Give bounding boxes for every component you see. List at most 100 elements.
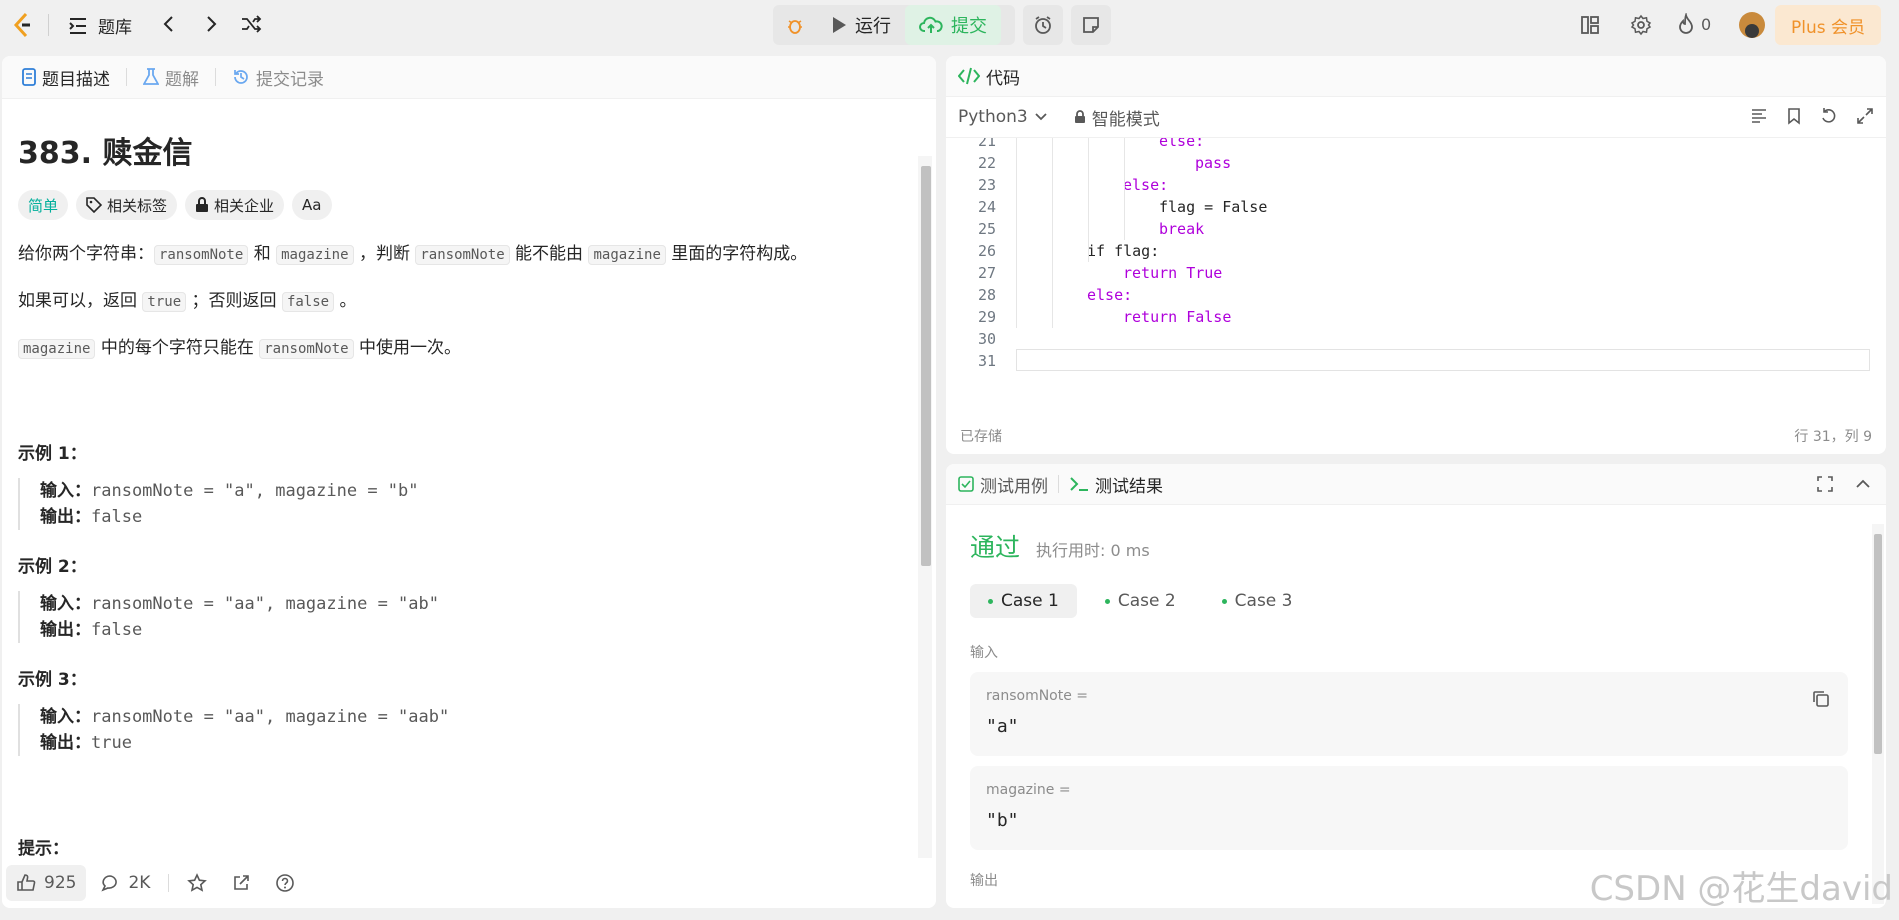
question-icon xyxy=(276,874,295,892)
example-title: 示例 3： xyxy=(18,670,87,690)
next-problem-button[interactable] xyxy=(202,14,220,34)
text: 给你两个字符串： xyxy=(18,244,154,264)
case-tab-1[interactable]: Case 1 xyxy=(970,584,1077,618)
share-button[interactable] xyxy=(221,865,261,901)
avatar[interactable] xyxy=(1739,12,1765,38)
description-paragraph: magazine 中的每个字符只能在 ransomNote 中使用一次。 xyxy=(18,334,908,363)
case-tab-2[interactable]: Case 2 xyxy=(1087,584,1194,618)
code-tab-label[interactable]: 代码 xyxy=(986,64,1020,89)
tab-solutions[interactable]: 题解 xyxy=(137,65,205,90)
line-number: 24 xyxy=(977,198,996,216)
example-input: ransomNote = "aa", magazine = "aab" xyxy=(91,707,450,727)
related-companies-button[interactable]: 相关企业 xyxy=(185,190,285,220)
tab-submissions-label: 提交记录 xyxy=(256,69,324,90)
code-line: 26 if flag: xyxy=(946,240,1886,262)
related-tags-button[interactable]: 相关标签 xyxy=(76,190,178,220)
input-box: magazine = "b" xyxy=(970,766,1848,850)
code-line: 28 else: xyxy=(946,284,1886,306)
scroll-thumb[interactable] xyxy=(1874,534,1882,754)
bookmark-icon[interactable] xyxy=(1786,107,1802,125)
reset-icon[interactable] xyxy=(1820,107,1838,125)
translate-label: Aa xyxy=(302,196,322,214)
lock-icon xyxy=(196,197,209,212)
inline-code: ransomNote xyxy=(415,245,510,265)
lock-icon xyxy=(1074,110,1085,123)
expand-icon[interactable] xyxy=(1856,107,1874,125)
debug-button[interactable] xyxy=(773,5,817,45)
help-button[interactable] xyxy=(265,865,305,901)
smart-mode-toggle[interactable]: 智能模式 xyxy=(1074,105,1160,130)
plus-member-button[interactable]: Plus 会员 xyxy=(1774,5,1881,45)
input-value[interactable]: "b" xyxy=(986,810,1019,831)
problem-tabs: 题目描述 题解 提交记录 xyxy=(2,56,936,99)
tab-testcase[interactable]: 测试用例 xyxy=(958,472,1048,497)
input-name: ransomNote = xyxy=(986,688,1089,704)
code-editor[interactable]: 21 else: 22 pass 23 else: 24 flag = False 25… xyxy=(946,138,1886,388)
example-output: true xyxy=(91,733,132,753)
chevron-up-icon[interactable] xyxy=(1854,475,1872,493)
prev-problem-button[interactable] xyxy=(160,14,178,34)
random-problem-button[interactable] xyxy=(240,14,262,34)
description-paragraph: 如果可以，返回 true ；否则返回 false 。 xyxy=(18,287,908,316)
smart-mode-label: 智能模式 xyxy=(1091,109,1160,130)
tag-icon xyxy=(86,197,103,213)
format-icon[interactable] xyxy=(1750,107,1768,125)
tab-test-result[interactable]: 测试结果 xyxy=(1069,472,1163,497)
text: 。 xyxy=(334,291,357,311)
result-scrollbar[interactable] xyxy=(1872,524,1884,904)
layout-button[interactable] xyxy=(1580,15,1600,35)
code-text: else: xyxy=(1123,176,1169,194)
problem-bank-button[interactable]: 题库 xyxy=(68,13,132,38)
streak-counter[interactable]: 0 xyxy=(1677,13,1711,35)
external-link-icon xyxy=(234,875,250,890)
problem-title[interactable]: 383. 赎金信 xyxy=(18,128,908,172)
submit-label: 提交 xyxy=(951,16,987,37)
code-text: flag = False xyxy=(1159,198,1268,216)
note-button[interactable] xyxy=(1071,5,1111,45)
copy-icon[interactable] xyxy=(1812,690,1830,708)
divider xyxy=(1058,475,1059,493)
tab-submissions[interactable]: 提交记录 xyxy=(226,65,330,90)
chevron-down-icon xyxy=(1035,113,1047,121)
tab-description[interactable]: 题目描述 xyxy=(16,65,116,90)
divider xyxy=(48,14,49,36)
inline-code: magazine xyxy=(18,339,96,359)
example-input: ransomNote = "a", magazine = "b" xyxy=(91,481,419,501)
translate-button[interactable]: Aa xyxy=(292,190,332,220)
indent-guide xyxy=(1052,138,1053,328)
case-tab-3[interactable]: Case 3 xyxy=(1204,584,1311,618)
language-select[interactable]: Python3 xyxy=(958,107,1048,127)
output-label: 输出： xyxy=(40,507,91,527)
scroll-thumb[interactable] xyxy=(921,166,931,566)
settings-button[interactable] xyxy=(1630,14,1652,36)
line-number: 30 xyxy=(977,330,996,348)
code-icon xyxy=(958,67,980,85)
bug-icon xyxy=(788,20,802,34)
indent-guide xyxy=(1124,138,1125,240)
case-label: Case 2 xyxy=(1117,591,1176,611)
tab-solutions-label: 题解 xyxy=(165,69,199,90)
list-icon xyxy=(69,17,86,34)
line-number: 28 xyxy=(977,286,996,304)
problem-footer: 925 2K xyxy=(2,858,936,908)
tab-testcase-label: 测试用例 xyxy=(980,476,1048,497)
output-label: 输出： xyxy=(40,620,91,640)
like-button[interactable]: 925 xyxy=(6,865,87,901)
fullscreen-icon[interactable] xyxy=(1816,475,1834,493)
timer-button[interactable] xyxy=(1023,5,1063,45)
top-bar: 题库 运行 提交 0 Plus 会员 xyxy=(0,0,1899,50)
favorite-button[interactable] xyxy=(177,865,217,901)
description-scrollbar[interactable] xyxy=(918,156,932,908)
constraints-title: 提示： xyxy=(18,839,69,859)
pass-dot xyxy=(988,598,993,604)
comments-button[interactable]: 2K xyxy=(90,865,160,901)
star-icon xyxy=(187,873,208,892)
leetcode-logo[interactable] xyxy=(12,12,34,38)
line-number: 31 xyxy=(977,352,996,370)
saved-status: 已存储 xyxy=(960,429,1002,445)
divider xyxy=(126,68,127,86)
input-value[interactable]: "a" xyxy=(986,716,1019,737)
submit-button[interactable]: 提交 xyxy=(905,5,1001,45)
run-button[interactable]: 运行 xyxy=(817,5,905,45)
description-paragraph: 给你两个字符串： ransomNote 和 magazine ，判断 ransom… xyxy=(18,240,908,269)
